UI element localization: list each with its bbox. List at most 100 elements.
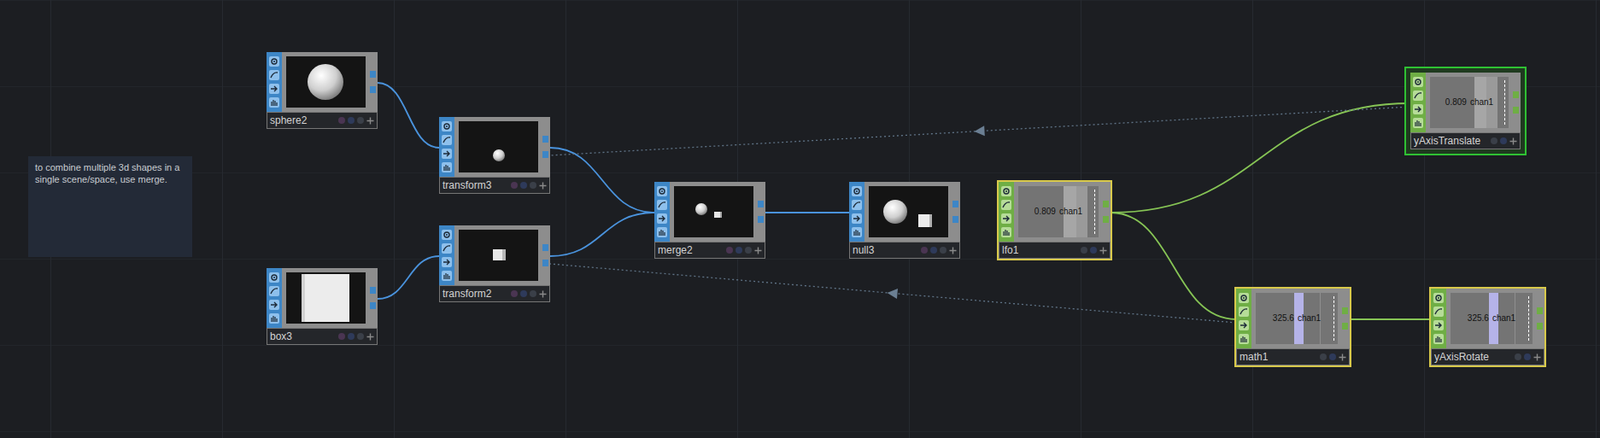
flag-dot[interactable] bbox=[338, 117, 346, 124]
flag-dot[interactable] bbox=[1523, 353, 1531, 361]
flag-dot[interactable] bbox=[510, 181, 518, 189]
export-link[interactable] bbox=[550, 263, 1237, 323]
lock-icon[interactable] bbox=[269, 97, 280, 108]
bypass-icon[interactable] bbox=[269, 299, 280, 311]
comment-box[interactable]: to combine multiple 3d shapes in a singl… bbox=[28, 156, 193, 258]
node-name[interactable]: sphere2 bbox=[269, 115, 307, 126]
node-name[interactable]: yAxisTranslate bbox=[1413, 135, 1481, 147]
network-editor[interactable]: to combine multiple 3d shapes in a singl… bbox=[0, 0, 1600, 438]
cook-icon[interactable] bbox=[269, 70, 280, 81]
viewer-icon[interactable] bbox=[1433, 293, 1444, 304]
flag-dot[interactable] bbox=[726, 246, 733, 254]
flag-dot[interactable] bbox=[529, 181, 537, 189]
cook-icon[interactable] bbox=[851, 199, 862, 211]
bypass-icon[interactable] bbox=[441, 148, 452, 159]
node-name[interactable]: transform2 bbox=[442, 288, 492, 299]
add-icon[interactable] bbox=[1099, 246, 1108, 255]
output-connector[interactable] bbox=[542, 259, 549, 267]
flag-dot[interactable] bbox=[1090, 246, 1097, 254]
node-name[interactable]: math1 bbox=[1239, 351, 1268, 363]
cook-icon[interactable] bbox=[656, 199, 668, 211]
viewer-icon[interactable] bbox=[851, 186, 862, 197]
cook-icon[interactable] bbox=[441, 243, 452, 254]
flag-dot[interactable] bbox=[347, 333, 355, 340]
output-connector[interactable] bbox=[1342, 322, 1348, 330]
output-connector[interactable] bbox=[1512, 106, 1519, 114]
flag-dot[interactable] bbox=[1514, 353, 1522, 361]
output-connector[interactable] bbox=[1536, 307, 1543, 315]
viewer-icon[interactable] bbox=[269, 56, 280, 67]
output-connector[interactable] bbox=[757, 216, 764, 223]
operator-node[interactable]: 325.6chan1yAxisRotate bbox=[1430, 288, 1545, 366]
node-name[interactable]: box3 bbox=[269, 331, 293, 342]
output-connector[interactable] bbox=[369, 86, 376, 94]
flag-dot[interactable] bbox=[920, 246, 928, 254]
add-icon[interactable] bbox=[539, 181, 547, 190]
output-connector[interactable] bbox=[369, 70, 376, 78]
wire[interactable] bbox=[377, 256, 440, 299]
flag-dot[interactable] bbox=[357, 117, 364, 124]
node-name[interactable]: merge2 bbox=[657, 245, 693, 256]
bypass-icon[interactable] bbox=[1001, 213, 1012, 224]
output-connector[interactable] bbox=[1102, 216, 1109, 223]
output-connector[interactable] bbox=[1102, 200, 1109, 208]
operator-node[interactable]: 0.809chan1lfo1 bbox=[998, 181, 1111, 259]
flag-dot[interactable] bbox=[529, 290, 537, 298]
operator-node[interactable]: null3 bbox=[849, 181, 961, 259]
cook-icon[interactable] bbox=[1238, 306, 1249, 317]
lock-icon[interactable] bbox=[1001, 227, 1012, 238]
flag-dot[interactable] bbox=[939, 246, 947, 254]
export-link[interactable] bbox=[550, 106, 1411, 156]
viewer-icon[interactable] bbox=[269, 272, 280, 283]
flag-dot[interactable] bbox=[520, 290, 528, 298]
output-connector[interactable] bbox=[542, 244, 549, 252]
operator-node[interactable]: box3 bbox=[266, 268, 378, 346]
wire[interactable] bbox=[1349, 318, 1431, 321]
operator-node[interactable]: sphere2 bbox=[266, 52, 378, 129]
viewer-icon[interactable] bbox=[656, 186, 668, 197]
output-connector[interactable] bbox=[952, 216, 959, 223]
viewer-icon[interactable] bbox=[1001, 186, 1012, 197]
flag-dot[interactable] bbox=[520, 181, 528, 189]
output-connector[interactable] bbox=[1512, 91, 1519, 99]
bypass-icon[interactable] bbox=[1433, 320, 1444, 331]
flag-dot[interactable] bbox=[1500, 137, 1507, 145]
flag-dot[interactable] bbox=[1319, 353, 1327, 361]
node-name[interactable]: yAxisRotate bbox=[1434, 351, 1489, 363]
lock-icon[interactable] bbox=[441, 270, 452, 282]
output-connector[interactable] bbox=[542, 135, 549, 143]
add-icon[interactable] bbox=[539, 290, 547, 299]
wire[interactable] bbox=[765, 211, 850, 214]
add-icon[interactable] bbox=[754, 246, 762, 255]
bypass-icon[interactable] bbox=[1238, 320, 1249, 331]
node-name[interactable]: lfo1 bbox=[1002, 245, 1019, 256]
lock-icon[interactable] bbox=[1433, 334, 1444, 345]
bypass-icon[interactable] bbox=[851, 213, 862, 224]
operator-node[interactable]: merge2 bbox=[654, 181, 766, 259]
flag-dot[interactable] bbox=[338, 333, 346, 340]
add-icon[interactable] bbox=[1338, 353, 1347, 362]
add-icon[interactable] bbox=[1533, 353, 1542, 362]
wire[interactable] bbox=[550, 147, 655, 213]
viewer-icon[interactable] bbox=[1412, 76, 1424, 88]
lock-icon[interactable] bbox=[656, 227, 668, 238]
output-connector[interactable] bbox=[757, 200, 764, 208]
operator-node[interactable]: transform3 bbox=[439, 117, 551, 194]
operator-node[interactable]: 325.6chan1math1 bbox=[1236, 288, 1350, 366]
operator-node[interactable]: 0.809chan1yAxisTranslate bbox=[1410, 72, 1521, 150]
cook-icon[interactable] bbox=[441, 134, 452, 146]
flag-dot[interactable] bbox=[1329, 353, 1337, 361]
flag-dot[interactable] bbox=[744, 246, 752, 254]
flag-dot[interactable] bbox=[347, 117, 355, 124]
bypass-icon[interactable] bbox=[269, 83, 280, 94]
flag-dot[interactable] bbox=[735, 246, 743, 254]
wire[interactable] bbox=[377, 82, 440, 148]
add-icon[interactable] bbox=[366, 117, 375, 125]
cook-icon[interactable] bbox=[1412, 90, 1424, 101]
flag-dot[interactable] bbox=[510, 290, 518, 298]
cook-icon[interactable] bbox=[1433, 306, 1444, 317]
viewer-icon[interactable] bbox=[441, 229, 452, 241]
output-connector[interactable] bbox=[952, 200, 959, 208]
add-icon[interactable] bbox=[366, 333, 375, 341]
cook-icon[interactable] bbox=[269, 286, 280, 297]
